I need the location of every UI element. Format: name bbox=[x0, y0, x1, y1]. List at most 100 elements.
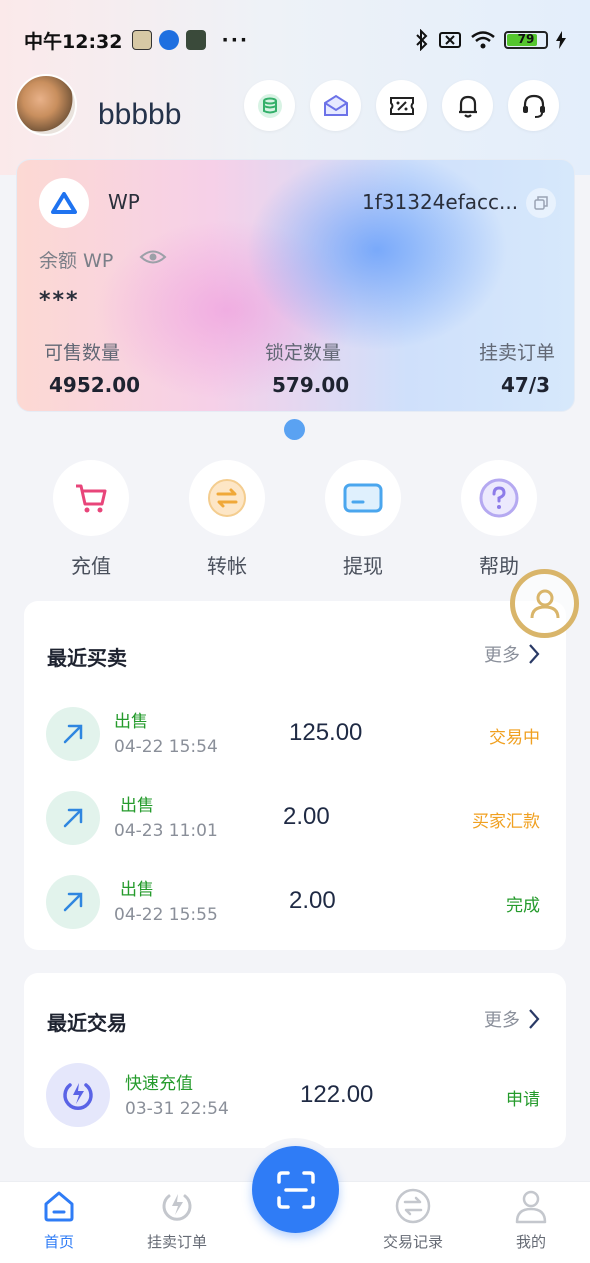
tab-profile[interactable]: 我的 bbox=[481, 1186, 581, 1252]
game-app-icon bbox=[186, 30, 207, 50]
battery-indicator: 79 bbox=[504, 31, 548, 49]
trade-row[interactable]: 出售 04-22 15:54 125.00 交易中 bbox=[24, 699, 566, 769]
notifications-button[interactable] bbox=[442, 80, 493, 131]
transaction-status: 申请 bbox=[506, 1090, 540, 1110]
exchange-icon bbox=[395, 1188, 431, 1224]
trade-type: 出售 bbox=[120, 796, 154, 816]
coin-logo bbox=[39, 178, 89, 228]
recharge-label: 充值 bbox=[71, 554, 111, 578]
transfer-icon bbox=[208, 479, 246, 517]
sell-orders-label: 挂卖订单 bbox=[479, 342, 556, 364]
transfer-action[interactable]: 转帐 bbox=[177, 460, 277, 579]
trade-time: 04-22 15:54 bbox=[114, 737, 218, 757]
transaction-type: 快速充值 bbox=[125, 1074, 193, 1094]
triangle-logo-icon bbox=[51, 192, 77, 214]
row-icon bbox=[46, 791, 100, 845]
profile-icon bbox=[515, 1190, 547, 1224]
eye-icon[interactable] bbox=[139, 248, 167, 266]
coupon-icon bbox=[389, 96, 414, 115]
trade-status: 完成 bbox=[506, 896, 540, 916]
charging-icon bbox=[556, 31, 566, 49]
customer-service-button[interactable] bbox=[508, 80, 559, 131]
transfer-circle bbox=[189, 460, 265, 536]
trade-status: 交易中 bbox=[489, 728, 540, 748]
transaction-row[interactable]: 快速充值 03-31 22:54 122.00 申请 bbox=[24, 1061, 566, 1131]
carousel-indicator bbox=[284, 419, 305, 440]
available-value: 4952.00 bbox=[49, 373, 141, 397]
more-label: 更多 bbox=[484, 645, 520, 666]
coin-name: WP bbox=[108, 190, 140, 214]
chevron-right-icon bbox=[529, 1009, 540, 1029]
help-icon bbox=[479, 478, 519, 518]
help-action[interactable]: 帮助 bbox=[449, 460, 549, 579]
sell-orders-value: 47/3 bbox=[501, 373, 551, 397]
avatar[interactable] bbox=[15, 74, 77, 136]
more-notifications-icon: ··· bbox=[221, 29, 250, 51]
notification-app-icon bbox=[132, 30, 153, 50]
sell-orders-icon bbox=[162, 1194, 192, 1221]
row-icon bbox=[46, 875, 100, 929]
trade-time: 04-22 15:55 bbox=[114, 905, 218, 925]
trade-time: 04-23 11:01 bbox=[114, 821, 218, 841]
withdraw-circle bbox=[325, 460, 401, 536]
withdraw-action[interactable]: 提现 bbox=[313, 460, 413, 579]
recent-trades-more[interactable]: 更多 bbox=[484, 641, 540, 667]
header: bbbbb bbox=[0, 72, 590, 142]
trade-amount: 2.00 bbox=[283, 803, 330, 830]
quick-recharge-icon bbox=[63, 1083, 93, 1110]
recent-transactions-title: 最近交易 bbox=[47, 1011, 127, 1035]
recharge-circle bbox=[53, 460, 129, 536]
floating-support-button[interactable] bbox=[510, 569, 579, 638]
trade-row[interactable]: 出售 04-23 11:01 2.00 买家汇款 bbox=[24, 783, 566, 853]
status-time: 中午12:32 bbox=[24, 30, 123, 53]
chevron-right-icon bbox=[529, 644, 540, 664]
mail-icon bbox=[323, 94, 348, 116]
transfer-label: 转帐 bbox=[207, 554, 247, 578]
help-circle bbox=[461, 460, 537, 536]
transaction-time: 03-31 22:54 bbox=[125, 1099, 229, 1119]
more-label: 更多 bbox=[484, 1010, 520, 1031]
recharge-action[interactable]: 充值 bbox=[41, 460, 141, 579]
bluetooth-app-icon bbox=[159, 30, 180, 50]
available-label: 可售数量 bbox=[44, 342, 121, 364]
locked-label: 锁定数量 bbox=[265, 342, 342, 364]
mail-button[interactable] bbox=[310, 80, 361, 131]
trade-type: 出售 bbox=[114, 712, 148, 732]
card-icon bbox=[343, 483, 383, 513]
trade-row[interactable]: 出售 04-22 15:55 2.00 完成 bbox=[24, 867, 566, 937]
tab-home[interactable]: 首页 bbox=[9, 1186, 109, 1252]
coins-icon bbox=[257, 93, 282, 118]
trade-type: 出售 bbox=[120, 880, 154, 900]
row-icon bbox=[46, 707, 100, 761]
tab-sell-orders[interactable]: 挂卖订单 bbox=[127, 1186, 227, 1252]
scan-icon bbox=[276, 1170, 315, 1209]
tab-profile-label: 我的 bbox=[515, 1233, 546, 1251]
bell-icon bbox=[458, 95, 477, 118]
tab-sell-orders-label: 挂卖订单 bbox=[146, 1233, 207, 1251]
recent-transactions-more[interactable]: 更多 bbox=[484, 1006, 540, 1032]
status-bar: 中午12:32 ··· 79 bbox=[0, 0, 590, 80]
row-icon bbox=[46, 1063, 110, 1127]
trade-amount: 125.00 bbox=[289, 719, 363, 746]
withdraw-label: 提现 bbox=[343, 554, 383, 578]
username: bbbbb bbox=[98, 98, 182, 131]
trade-status: 买家汇款 bbox=[472, 812, 540, 832]
arrow-up-right-icon bbox=[63, 724, 83, 744]
trade-amount: 2.00 bbox=[289, 887, 336, 914]
coins-button[interactable] bbox=[244, 80, 295, 131]
header-actions bbox=[244, 80, 559, 131]
copy-icon bbox=[534, 196, 548, 210]
recent-trades-panel: 最近买卖 更多 出售 04-22 15:54 125.00 交易中 出售 04-… bbox=[24, 601, 566, 950]
transaction-amount: 122.00 bbox=[300, 1081, 374, 1108]
tab-transaction-records-label: 交易记录 bbox=[382, 1233, 443, 1251]
arrow-up-right-icon bbox=[63, 892, 83, 912]
tab-transaction-records[interactable]: 交易记录 bbox=[363, 1186, 463, 1252]
coupon-button[interactable] bbox=[376, 80, 427, 131]
wifi-icon bbox=[471, 31, 495, 49]
no-sim-icon bbox=[439, 32, 461, 48]
scan-button[interactable] bbox=[252, 1146, 339, 1233]
cart-icon bbox=[76, 484, 107, 513]
copy-address-button[interactable] bbox=[526, 188, 556, 218]
headset-icon bbox=[522, 94, 545, 118]
wallet-card[interactable]: WP 1f31324efacc... 余额 WP *** 可售数量 4952.0… bbox=[16, 159, 575, 412]
